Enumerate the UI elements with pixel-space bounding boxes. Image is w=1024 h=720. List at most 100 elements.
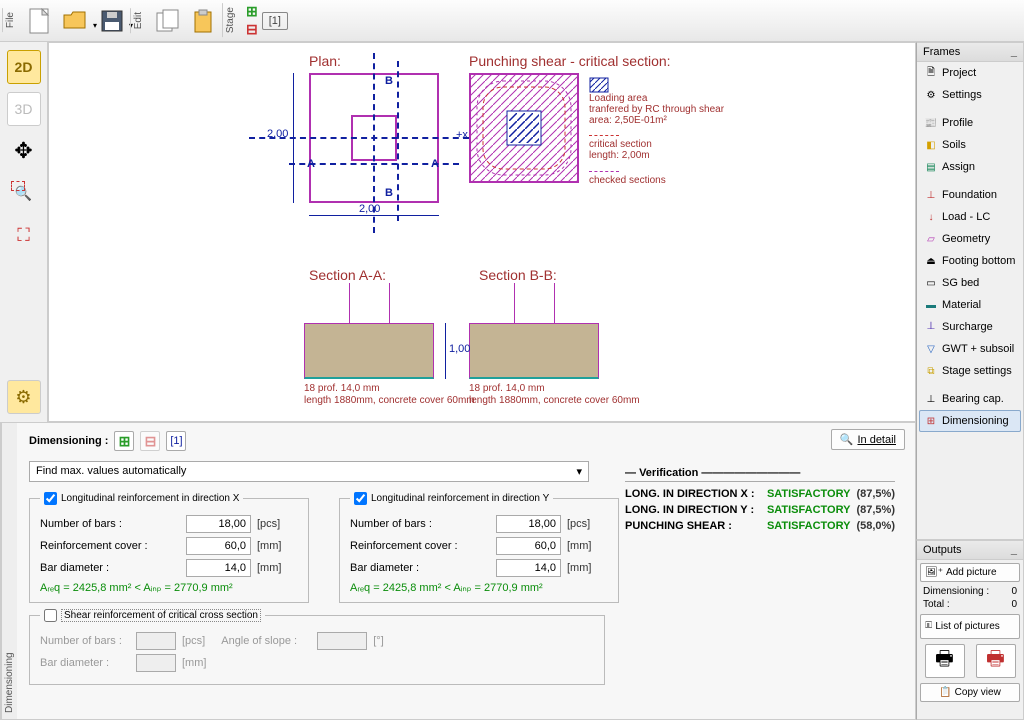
floppy-icon [101,10,123,32]
frames-item-gwt[interactable]: ▽GWT + subsoil [919,338,1021,360]
bearing-icon: ⊥ [924,392,938,406]
mark-a-right: A [431,158,439,170]
printer-icon: 🖶 [935,644,954,678]
shear-legend: Shear reinforcement of critical cross se… [61,609,261,622]
verif-row-punching: PUNCHING SHEAR :SATISFACTORY(58,0%) [625,520,895,532]
section-b-line [397,61,399,221]
stage-remove-button[interactable]: ⊟ [246,21,258,38]
drawing-canvas[interactable]: Plan: +x A A B B 2,00 2,00 Punching shea… [48,42,916,422]
list-pictures-button[interactable]: 🗉List of pictures [920,614,1020,639]
legend-checked: checked sections [589,175,666,186]
num-bars-x-input[interactable] [186,515,251,533]
in-detail-button[interactable]: 🔍In detail [831,429,905,450]
file-tab[interactable]: File [2,8,18,32]
frames-item-sg-bed[interactable]: ▭SG bed [919,272,1021,294]
verif-row-longy: LONG. IN DIRECTION Y :SATISFACTORY(87,5%… [625,504,895,516]
frames-item-material[interactable]: ▬Material [919,294,1021,316]
dim-horizontal-value: 2,00 [359,203,380,215]
frames-item-geometry[interactable]: ▱Geometry [919,228,1021,250]
sec-b-info1: 18 prof. 14,0 mm [469,383,545,394]
cover-y-input[interactable] [496,537,561,555]
frames-item-stage-settings[interactable]: ⧉Stage settings [919,360,1021,382]
verification-box: — Verification ————————— LONG. IN DIRECT… [625,467,895,536]
chevron-down-icon: ▾ [576,465,582,478]
dim-remove-button[interactable]: ⊟ [140,431,160,451]
dim-stage-button[interactable]: [1] [166,431,186,451]
lower-header: Dimensioning : ⊞ ⊟ [1] [29,431,903,451]
edit-tab[interactable]: Edit [130,8,146,33]
new-file-button[interactable] [24,5,56,37]
list-icon: 🗉 [925,618,932,635]
frames-item-footing-bottom[interactable]: ⏏Footing bottom [919,250,1021,272]
frames-item-load[interactable]: ↓Load - LC [919,206,1021,228]
dimensioning-panel: Dimensioning Dimensioning : ⊞ ⊟ [1] 🔍In … [0,422,916,720]
gwt-icon: ▽ [924,342,938,356]
diam-y-input[interactable] [496,559,561,577]
soils-icon: ◧ [924,138,938,152]
printer-color-icon: 🖶 [986,644,1005,678]
frames-item-surcharge[interactable]: 𝍥Surcharge [919,316,1021,338]
legend-checked-line [589,171,619,172]
dim-vertical-value: 2,00 [267,128,288,140]
legend-loading-sub: tranfered by RC through shear [589,104,724,115]
verification-title: Verification [639,467,698,479]
long-y-fieldset: Longitudinal reinforcement in direction … [339,492,619,603]
view-3d-button[interactable]: 3D [7,92,41,126]
open-file-button[interactable]: ▾ [60,5,92,37]
zoom-select-button[interactable]: 🔍 [7,176,41,210]
print-button-2[interactable]: 🖶 [976,644,1016,678]
sec-a-info1: 18 prof. 14,0 mm [304,383,380,394]
diam-x-input[interactable] [186,559,251,577]
cover-x-input[interactable] [186,537,251,555]
legend-loading-icon [589,77,611,93]
fit-view-button[interactable]: ⛶ [7,218,41,252]
frames-item-project[interactable]: 🗎Project [919,62,1021,84]
dim-add-button[interactable]: ⊞ [114,431,134,451]
unit-pcs: [pcs] [257,518,280,530]
col-b-l [514,283,515,323]
frames-item-assign[interactable]: ▤Assign [919,156,1021,178]
long-x-checkbox[interactable] [44,492,57,505]
save-button[interactable]: ▾ [96,5,128,37]
copy-button[interactable] [152,5,184,37]
cover-x-label: Reinforcement cover : [40,540,180,552]
stage-number[interactable]: [1] [262,12,288,30]
shear-checkbox[interactable] [44,609,57,622]
print-button-1[interactable]: 🖶 [925,644,965,678]
unit-mm4: [mm] [567,562,591,574]
frames-panel: Frames_ 🗎Project ⚙Settings 📰Profile ◧Soi… [916,42,1024,540]
frames-item-dimensioning[interactable]: ⊞Dimensioning [919,410,1021,432]
outputs-minimize[interactable]: _ [1011,544,1017,556]
long-y-checkbox[interactable] [354,492,367,505]
legend-crit-sec: critical section [589,139,652,150]
dimensioning-tab[interactable]: Dimensioning [1,423,17,719]
frames-item-profile[interactable]: 📰Profile [919,112,1021,134]
long-x-fieldset: Longitudinal reinforcement in direction … [29,492,309,603]
frames-item-bearing[interactable]: ⊥Bearing cap. [919,388,1021,410]
shear-diam-label: Bar diameter : [40,657,130,669]
outputs-dim-row: Dimensioning :0 [917,585,1023,598]
frames-item-foundation[interactable]: ⊥Foundation [919,184,1021,206]
frames-item-settings[interactable]: ⚙Settings [919,84,1021,106]
copy-view-button[interactable]: 📋Copy view [920,683,1020,702]
sec-depth-line [445,323,446,379]
view-2d-button[interactable]: 2D [7,50,41,84]
pan-button[interactable]: ✥ [7,134,41,168]
diam-y-label: Bar diameter : [350,562,490,574]
find-mode-combo[interactable]: Find max. values automatically▾ [29,461,589,482]
footing-icon: ⏏ [924,254,938,268]
frames-item-soils[interactable]: ◧Soils [919,134,1021,156]
stage-tab[interactable]: Stage [222,3,238,37]
formula-y: Aᵣₑq = 2425,8 mm² < Aᵢₙₚ = 2770,9 mm² [350,581,608,594]
angle-label: Angle of slope : [221,635,311,647]
unit-deg: [°] [373,635,384,647]
frames-minimize[interactable]: _ [1011,46,1017,58]
sgbed-icon: ▭ [924,276,938,290]
stage-add-button[interactable]: ⊞ [246,3,258,20]
paste-button[interactable] [188,5,220,37]
add-picture-button[interactable]: 🖼⁺Add picture [920,563,1020,582]
unit-mm5: [mm] [182,657,206,669]
num-bars-y-input[interactable] [496,515,561,533]
outputs-total-row: Total :0 [917,598,1023,611]
settings-gear-button[interactable]: ⚙ [7,380,41,414]
